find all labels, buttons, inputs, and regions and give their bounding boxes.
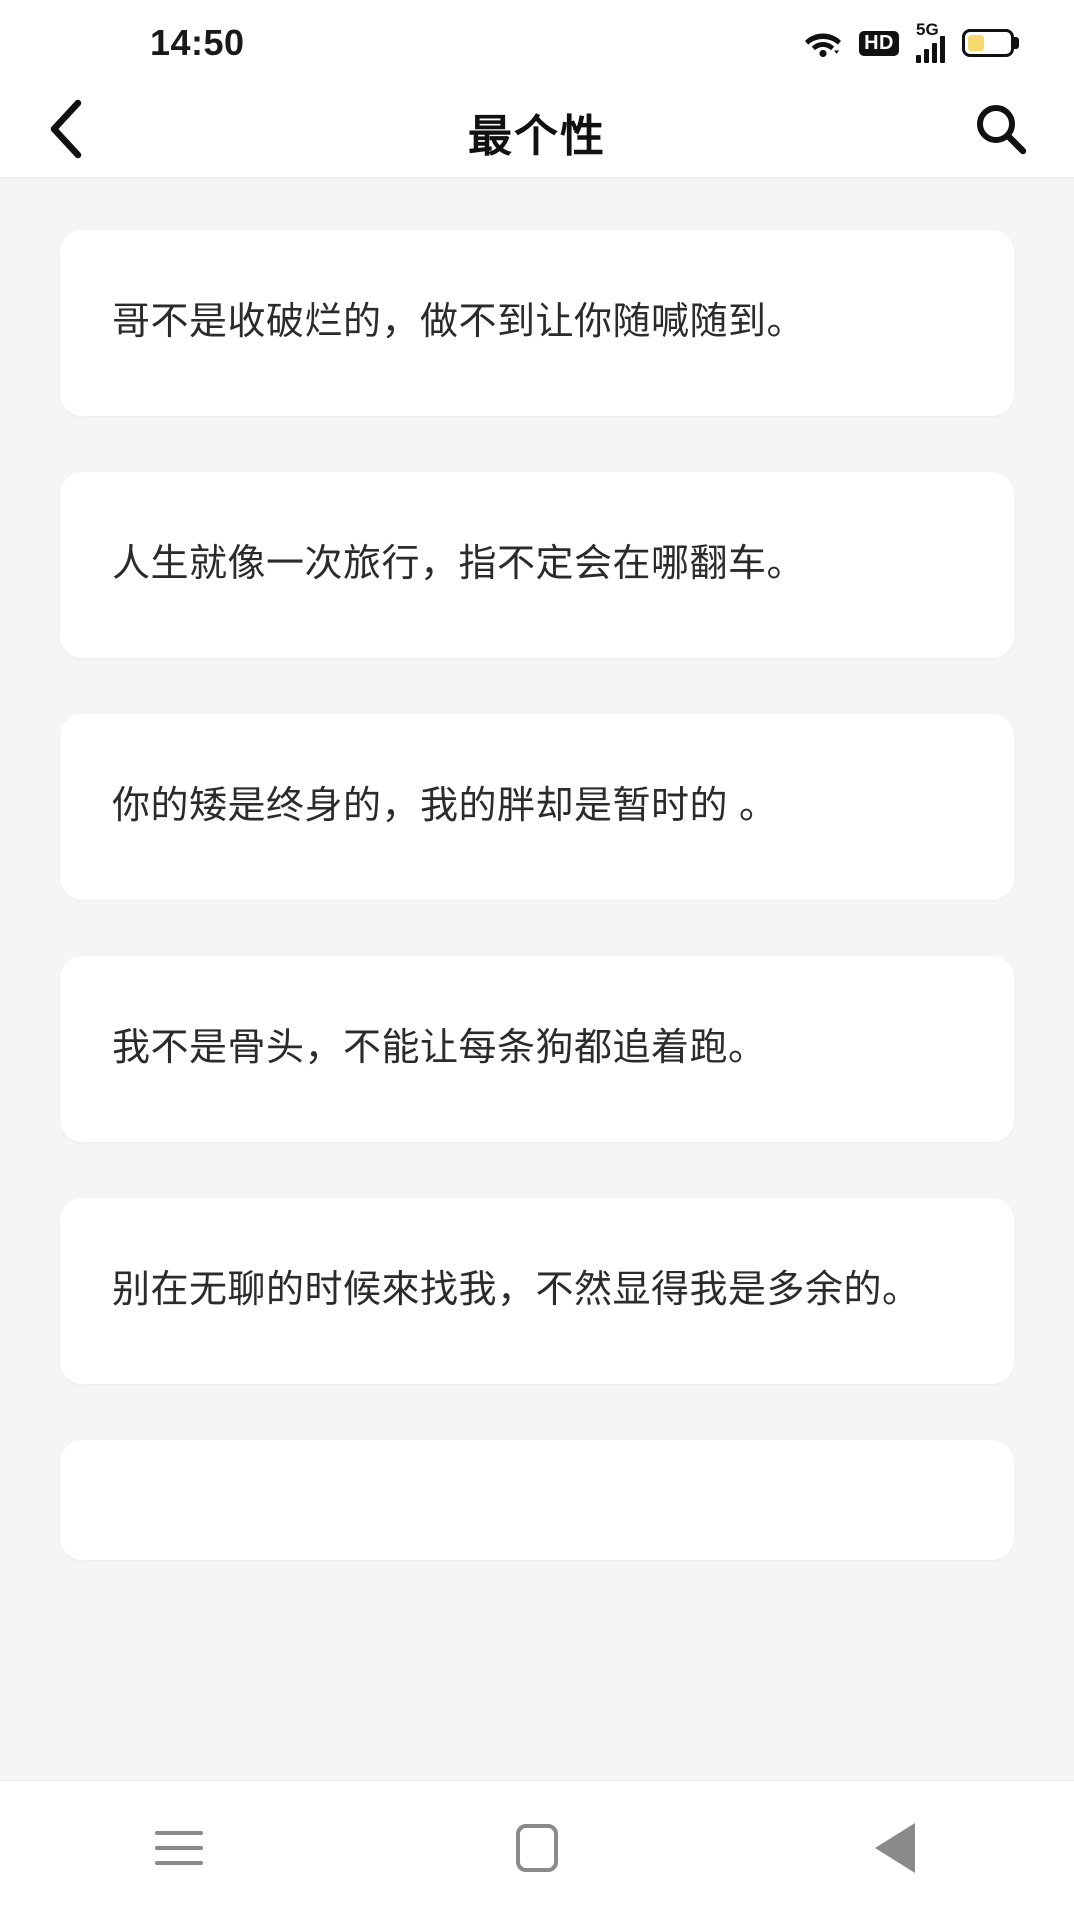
quote-list[interactable]: 哥不是收破烂的，做不到让你随喊随到。 人生就像一次旅行，指不定会在哪翻车。 你的… <box>0 178 1074 1780</box>
list-item[interactable] <box>60 1440 1014 1560</box>
status-icons: HD 5G <box>804 19 1014 63</box>
home-square-icon <box>516 1823 558 1872</box>
system-nav-bar <box>0 1780 1074 1914</box>
back-triangle-icon <box>875 1822 915 1873</box>
list-item[interactable]: 哥不是收破烂的，做不到让你随喊随到。 <box>60 230 1014 416</box>
quote-text: 人生就像一次旅行，指不定会在哪翻车。 <box>112 543 806 586</box>
status-time: 14:50 <box>150 22 245 63</box>
quote-text: 别在无聊的时候來找我，不然显得我是多余的。 <box>112 1269 921 1312</box>
home-button[interactable] <box>462 1798 612 1898</box>
phone-screen: 14:50 HD 5G 最个性 哥不是收破烂的，做不到让你随喊随到。 人生就像一… <box>0 0 1074 1914</box>
system-back-button[interactable] <box>820 1798 970 1898</box>
recents-button[interactable] <box>104 1798 254 1898</box>
menu-icon <box>155 1830 203 1865</box>
network-type-label: 5G <box>916 19 939 39</box>
quote-text: 哥不是收破烂的，做不到让你随喊随到。 <box>112 301 806 344</box>
app-header: 最个性 <box>0 86 1074 178</box>
chevron-left-icon <box>44 97 88 166</box>
signal-bar-group <box>916 35 945 63</box>
quote-text: 我不是骨头，不能让每条狗都追着跑。 <box>112 1027 767 1070</box>
battery-icon <box>962 29 1014 57</box>
hd-icon: HD <box>859 30 899 56</box>
status-bar: 14:50 HD 5G <box>0 0 1074 86</box>
list-item[interactable]: 人生就像一次旅行，指不定会在哪翻车。 <box>60 472 1014 658</box>
list-item[interactable]: 你的矮是终身的，我的胖却是暂时的 。 <box>60 714 1014 900</box>
page-title: 最个性 <box>468 111 606 161</box>
list-item[interactable]: 别在无聊的时候來找我，不然显得我是多余的。 <box>60 1198 1014 1384</box>
search-button[interactable] <box>960 97 1030 167</box>
quote-text: 你的矮是终身的，我的胖却是暂时的 。 <box>112 785 778 828</box>
back-button[interactable] <box>44 97 114 167</box>
signal-bars-icon: 5G <box>916 19 945 63</box>
wifi-icon <box>804 28 842 58</box>
list-item[interactable]: 我不是骨头，不能让每条狗都追着跑。 <box>60 956 1014 1142</box>
search-icon <box>972 100 1030 163</box>
